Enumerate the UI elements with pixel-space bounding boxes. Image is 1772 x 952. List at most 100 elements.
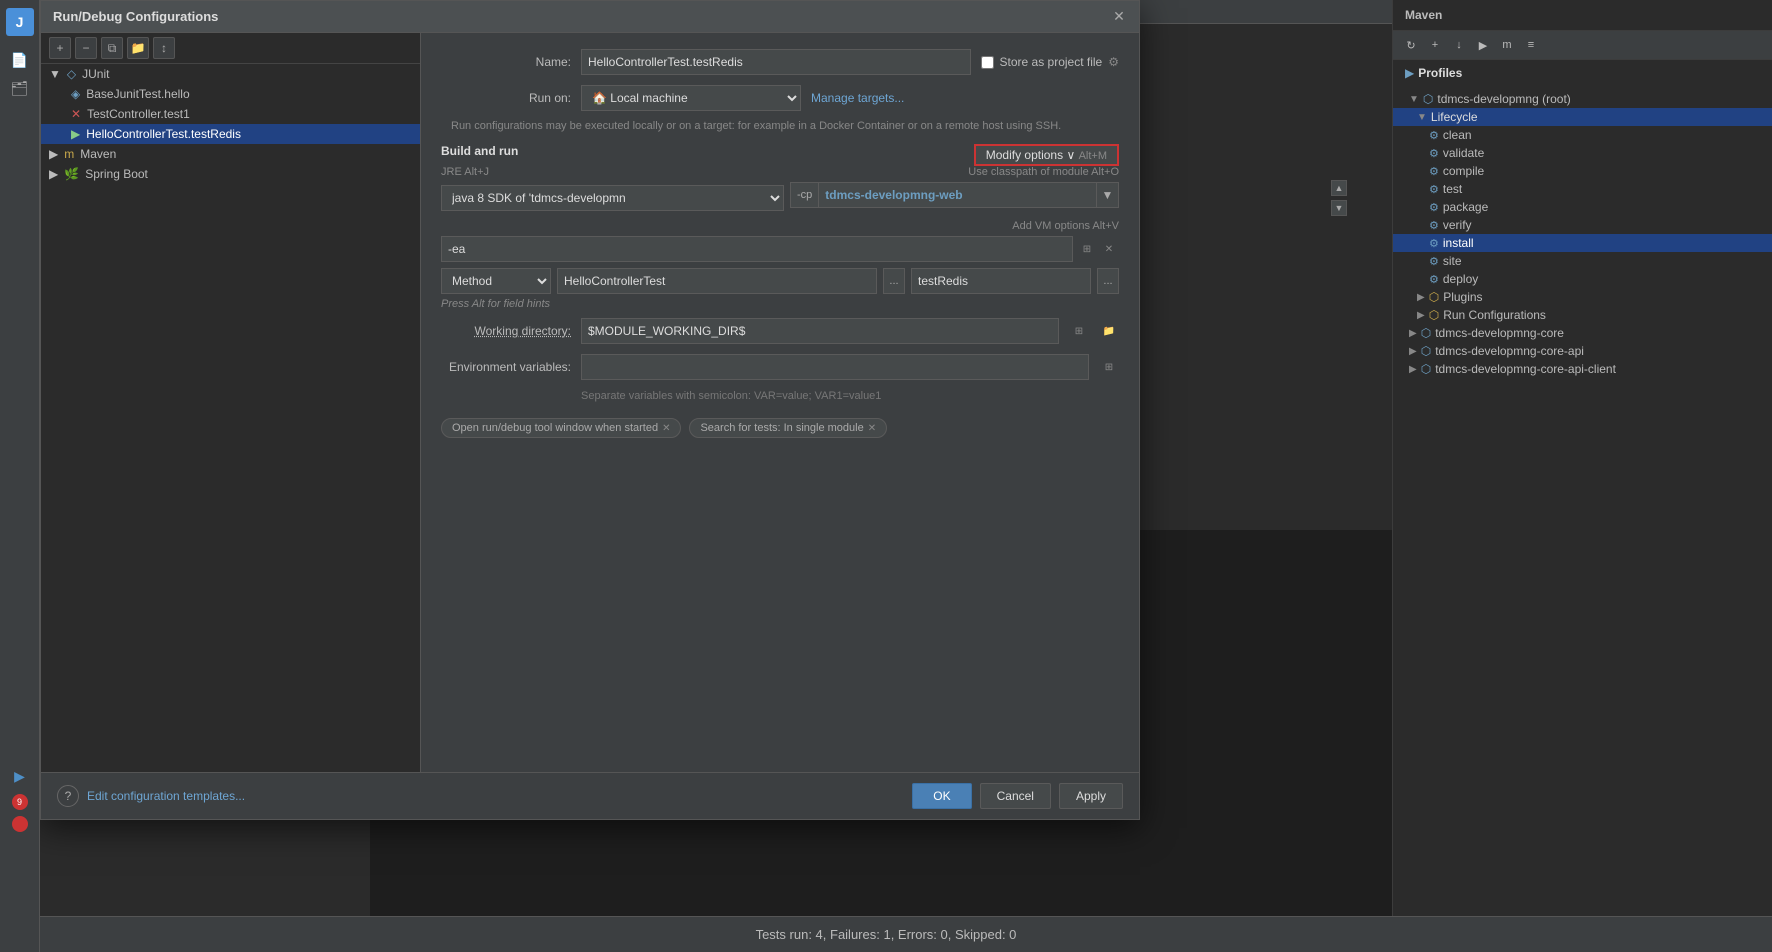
gear-icon-verify: ⚙ <box>1429 219 1439 232</box>
method-browse-btn[interactable]: ... <box>1097 268 1119 294</box>
maven-download-btn[interactable]: ↓ <box>1449 35 1469 55</box>
class-browse-btn[interactable]: ... <box>883 268 905 294</box>
maven-core-api-node[interactable]: ▶ ⬡ tdmcs-developmng-core-api <box>1393 342 1772 360</box>
maven-refresh-btn[interactable]: ↻ <box>1401 35 1421 55</box>
dialog-maven-group[interactable]: ▶ m Maven <box>41 144 420 164</box>
maven-verify[interactable]: ⚙ verify <box>1393 216 1772 234</box>
maven-run-configs-node[interactable]: ▶ ⬡ Run Configurations <box>1393 306 1772 324</box>
maven-core-api-client-node[interactable]: ▶ ⬡ tdmcs-developmng-core-api-client <box>1393 360 1772 378</box>
maven-run-btn[interactable]: ▶ <box>1473 35 1493 55</box>
left-sidebar: J 📄 🗂 ▶ 9 <box>0 0 40 952</box>
jre-hint-row: JRE Alt+J Use classpath of module Alt+O <box>441 166 1119 178</box>
maven-package-label: package <box>1443 200 1488 214</box>
tag-open-run-debug-close[interactable]: ✕ <box>662 423 670 434</box>
maven-core-api-client-icon: ⬡ <box>1421 362 1431 376</box>
dialog-tree-remove-btn[interactable]: − <box>75 37 97 59</box>
dialog-testcontroller-item[interactable]: ✕ TestController.test1 <box>41 104 420 124</box>
maven-core-node[interactable]: ▶ ⬡ tdmcs-developmng-core <box>1393 324 1772 342</box>
gear-icon-site: ⚙ <box>1429 255 1439 268</box>
dialog-junit-group[interactable]: ▼ ◇ JUnit <box>41 64 420 84</box>
class-name-input[interactable] <box>557 268 877 294</box>
ok-button[interactable]: OK <box>912 783 971 809</box>
maven-settings-btn[interactable]: ≡ <box>1521 35 1541 55</box>
junit-label: JUnit <box>82 67 109 81</box>
maven-install[interactable]: ⚙ install <box>1393 234 1772 252</box>
cancel-button[interactable]: Cancel <box>980 783 1051 809</box>
status-bar-text: Tests run: 4, Failures: 1, Errors: 0, Sk… <box>756 927 1017 942</box>
maven-site[interactable]: ⚙ site <box>1393 252 1772 270</box>
status-bar: Tests run: 4, Failures: 1, Errors: 0, Sk… <box>0 916 1772 952</box>
dialog-tree-add-btn[interactable]: + <box>49 37 71 59</box>
modify-options-button[interactable]: Modify options ∨ Alt+M <box>974 144 1119 166</box>
working-dir-browse-btn[interactable]: 📁 <box>1099 321 1119 341</box>
dialog-tree-folder-btn[interactable]: 📁 <box>127 37 149 59</box>
vm-options-input[interactable] <box>441 236 1073 262</box>
dialog-close-button[interactable]: ✕ <box>1111 9 1127 25</box>
profiles-expand-icon[interactable]: ▶ <box>1405 66 1414 80</box>
help-button[interactable]: ? <box>57 785 79 807</box>
vm-expand-btn[interactable]: ⊞ <box>1077 239 1097 259</box>
working-dir-row: Working directory: ⊞ 📁 <box>441 318 1119 344</box>
sidebar-file-btn[interactable]: 📄 <box>8 48 32 72</box>
junit-icon: ◇ <box>67 67 76 81</box>
maven-group-label: Maven <box>80 147 116 161</box>
dialog-basejunit-item[interactable]: ◈ BaseJunitTest.hello <box>41 84 420 104</box>
maven-panel-title: Maven <box>1393 0 1772 31</box>
maven-clean[interactable]: ⚙ clean <box>1393 126 1772 144</box>
maven-compile[interactable]: ⚙ compile <box>1393 162 1772 180</box>
run-on-select[interactable]: 🏠 Local machine <box>581 85 801 111</box>
working-dir-macro-btn[interactable]: ⊞ <box>1069 321 1089 341</box>
env-vars-expand-btn[interactable]: ⊞ <box>1099 357 1119 377</box>
maven-root-node[interactable]: ▼ ⬡ tdmcs-developmng (root) <box>1393 90 1772 108</box>
env-vars-label: Environment variables: <box>441 360 571 374</box>
error-badge: 9 <box>12 794 28 810</box>
manage-targets-link[interactable]: Manage targets... <box>811 91 904 105</box>
maven-core-api-icon: ⬡ <box>1421 344 1431 358</box>
maven-core-api-expand: ▶ <box>1409 346 1417 357</box>
sidebar-folder-btn[interactable]: 🗂 <box>8 76 32 100</box>
method-row: Method ... ... <box>441 268 1119 294</box>
dialog-springboot-group[interactable]: ▶ 🌿 Spring Boot <box>41 164 420 184</box>
maven-root-icon: ⬡ <box>1423 92 1433 106</box>
sdk-select[interactable]: java 8 SDK of 'tdmcs-developmn <box>441 185 784 211</box>
run-on-row: Run on: 🏠 Local machine Manage targets..… <box>441 85 1119 111</box>
edit-templates-link[interactable]: Edit configuration templates... <box>87 789 245 803</box>
maven-panel: Maven ↻ + ↓ ▶ m ≡ ▶ Profiles ▼ ⬡ tdmcs-d… <box>1392 0 1772 952</box>
testcontroller-icon: ✕ <box>71 107 81 121</box>
scroll-down-btn[interactable]: ▼ <box>1331 200 1347 216</box>
maven-core-api-client-expand: ▶ <box>1409 364 1417 375</box>
working-dir-input[interactable] <box>581 318 1059 344</box>
env-vars-section: Environment variables: ⊞ Separate variab… <box>441 354 1119 402</box>
dialog-tree-sort-btn[interactable]: ↕ <box>153 37 175 59</box>
dialog-tree-copy-btn[interactable]: ⧉ <box>101 37 123 59</box>
maven-validate[interactable]: ⚙ validate <box>1393 144 1772 162</box>
env-vars-input[interactable] <box>581 354 1089 380</box>
maven-test[interactable]: ⚙ test <box>1393 180 1772 198</box>
vm-options-row: ⊞ ✕ <box>441 236 1119 262</box>
apply-button[interactable]: Apply <box>1059 783 1123 809</box>
maven-plugins-expand: ▶ <box>1417 292 1425 303</box>
cp-dropdown-btn[interactable]: ▼ <box>1097 182 1119 208</box>
maven-plugins-node[interactable]: ▶ ⬡ Plugins <box>1393 288 1772 306</box>
dialog-hellocontroller-item[interactable]: ▶ HelloControllerTest.testRedis <box>41 124 420 144</box>
store-as-project-file-checkbox[interactable] <box>981 56 994 69</box>
method-name-input[interactable] <box>911 268 1091 294</box>
tag-search-for-tests: Search for tests: In single module ✕ <box>689 418 887 438</box>
add-vm-hint: Add VM options Alt+V <box>441 220 1119 232</box>
scroll-up-btn[interactable]: ▲ <box>1331 180 1347 196</box>
maven-package[interactable]: ⚙ package <box>1393 198 1772 216</box>
tag-search-for-tests-close[interactable]: ✕ <box>868 423 876 434</box>
plugins-icon: ⬡ <box>1429 290 1439 304</box>
name-input[interactable] <box>581 49 971 75</box>
maven-core-api-label: tdmcs-developmng-core-api <box>1435 344 1584 358</box>
maven-add-btn[interactable]: + <box>1425 35 1445 55</box>
method-type-select[interactable]: Method <box>441 268 551 294</box>
dialog-tree-toolbar: + − ⧉ 📁 ↕ <box>41 33 420 64</box>
run-button[interactable]: ▶ <box>8 764 32 788</box>
maven-lifecycle-node[interactable]: ▼ Lifecycle <box>1393 108 1772 126</box>
vm-close-btn[interactable]: ✕ <box>1099 239 1119 259</box>
maven-deploy[interactable]: ⚙ deploy <box>1393 270 1772 288</box>
maven-skip-btn[interactable]: m <box>1497 35 1517 55</box>
lifecycle-label: Lifecycle <box>1431 110 1478 124</box>
build-run-section: Build and run Modify options ∨ Alt+M JRE… <box>441 144 1119 310</box>
